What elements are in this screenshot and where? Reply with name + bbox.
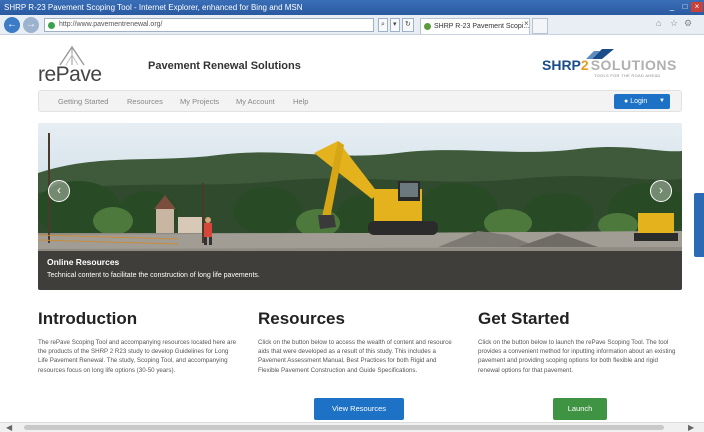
web-page: rePave Pavement Renewal Solutions SHRP2 S… bbox=[0, 35, 704, 422]
nav-getting-started[interactable]: Getting Started bbox=[58, 97, 108, 106]
address-bar[interactable]: http://www.pavementrenewal.org/ bbox=[44, 18, 374, 32]
chevron-left-icon: ‹ bbox=[57, 183, 61, 197]
introduction-section: Introduction The rePave Scoping Tool and… bbox=[38, 309, 236, 375]
close-tab-icon[interactable]: × bbox=[524, 19, 529, 28]
launch-button[interactable]: Launch bbox=[553, 398, 607, 420]
resources-heading: Resources bbox=[258, 309, 345, 328]
get-started-heading: Get Started bbox=[478, 309, 570, 328]
introduction-text: The rePave Scoping Tool and accompanying… bbox=[38, 339, 237, 374]
hero-carousel[interactable]: Online Resources Technical content to fa… bbox=[38, 123, 682, 290]
get-started-section: Get Started Click on the button below to… bbox=[478, 309, 676, 375]
resources-text: Click on the button below to access the … bbox=[258, 339, 452, 374]
page-favicon-icon bbox=[48, 22, 55, 29]
tab-favicon-icon bbox=[424, 23, 431, 30]
search-icon[interactable]: ⌕ bbox=[378, 18, 388, 32]
address-url: http://www.pavementrenewal.org/ bbox=[59, 21, 163, 28]
forward-button[interactable]: → bbox=[23, 17, 39, 33]
site-name: Pavement Renewal Solutions bbox=[148, 60, 301, 72]
get-started-text: Click on the button below to launch the … bbox=[478, 339, 676, 374]
back-button[interactable]: ← bbox=[4, 17, 20, 33]
settings-gear-icon[interactable]: ⚙ bbox=[684, 18, 692, 29]
resources-section: Resources Click on the button below to a… bbox=[258, 309, 456, 375]
refresh-icon[interactable]: ↻ bbox=[402, 18, 414, 32]
home-icon[interactable]: ⌂ bbox=[656, 18, 661, 28]
logo-text[interactable]: rePave bbox=[38, 63, 102, 87]
brand-tagline: TOOLS FOR THE ROAD AHEAD bbox=[594, 73, 661, 78]
view-resources-button[interactable]: View Resources bbox=[314, 398, 404, 420]
scrollbar-thumb[interactable] bbox=[24, 425, 664, 430]
browser-tab[interactable]: SHRP R-23 Pavement Scopi... bbox=[420, 18, 530, 34]
caret-down-icon: ▼ bbox=[659, 98, 665, 104]
hero-title: Online Resources bbox=[47, 257, 120, 267]
shrp2-logo-text: SHRP2 SOLUTIONS bbox=[542, 57, 677, 73]
tab-label: SHRP R-23 Pavement Scopi... bbox=[434, 23, 530, 30]
login-label: Login bbox=[630, 98, 648, 105]
favorites-icon[interactable]: ☆ bbox=[670, 18, 678, 29]
address-dropdown-icon[interactable]: ▾ bbox=[390, 18, 400, 32]
close-window-button[interactable]: × bbox=[691, 2, 703, 12]
nav-resources[interactable]: Resources bbox=[127, 97, 163, 106]
minimize-button[interactable]: _ bbox=[666, 2, 678, 12]
browser-title-bar: SHRP R-23 Pavement Scoping Tool - Intern… bbox=[0, 0, 704, 15]
hero-caption bbox=[38, 251, 682, 290]
introduction-heading: Introduction bbox=[38, 309, 138, 328]
horizontal-scrollbar[interactable]: ◀ ▶ bbox=[0, 422, 704, 432]
login-button[interactable]: ● Login ▼ bbox=[614, 94, 670, 109]
nav-help[interactable]: Help bbox=[293, 97, 308, 106]
carousel-prev-button[interactable]: ‹ bbox=[48, 180, 70, 202]
browser-toolbar: ← → http://www.pavementrenewal.org/ ⌕ ▾ … bbox=[0, 15, 704, 35]
hero-subtitle: Technical content to facilitate the cons… bbox=[47, 272, 260, 279]
shrp-word: SHRP bbox=[542, 57, 581, 73]
shrp-two: 2 bbox=[580, 57, 589, 73]
user-icon: ● bbox=[624, 98, 629, 105]
feedback-side-tab[interactable] bbox=[694, 193, 704, 257]
carousel-next-button[interactable]: › bbox=[650, 180, 672, 202]
window-title: SHRP R-23 Pavement Scoping Tool - Intern… bbox=[4, 3, 303, 12]
new-tab-button[interactable] bbox=[532, 18, 548, 34]
chevron-right-icon: › bbox=[659, 183, 663, 197]
scroll-right-icon[interactable]: ▶ bbox=[688, 423, 694, 432]
maximize-button[interactable]: □ bbox=[679, 2, 691, 12]
solutions-word: SOLUTIONS bbox=[590, 57, 677, 73]
nav-my-account[interactable]: My Account bbox=[236, 97, 275, 106]
nav-my-projects[interactable]: My Projects bbox=[180, 97, 219, 106]
scroll-left-icon[interactable]: ◀ bbox=[6, 423, 12, 432]
